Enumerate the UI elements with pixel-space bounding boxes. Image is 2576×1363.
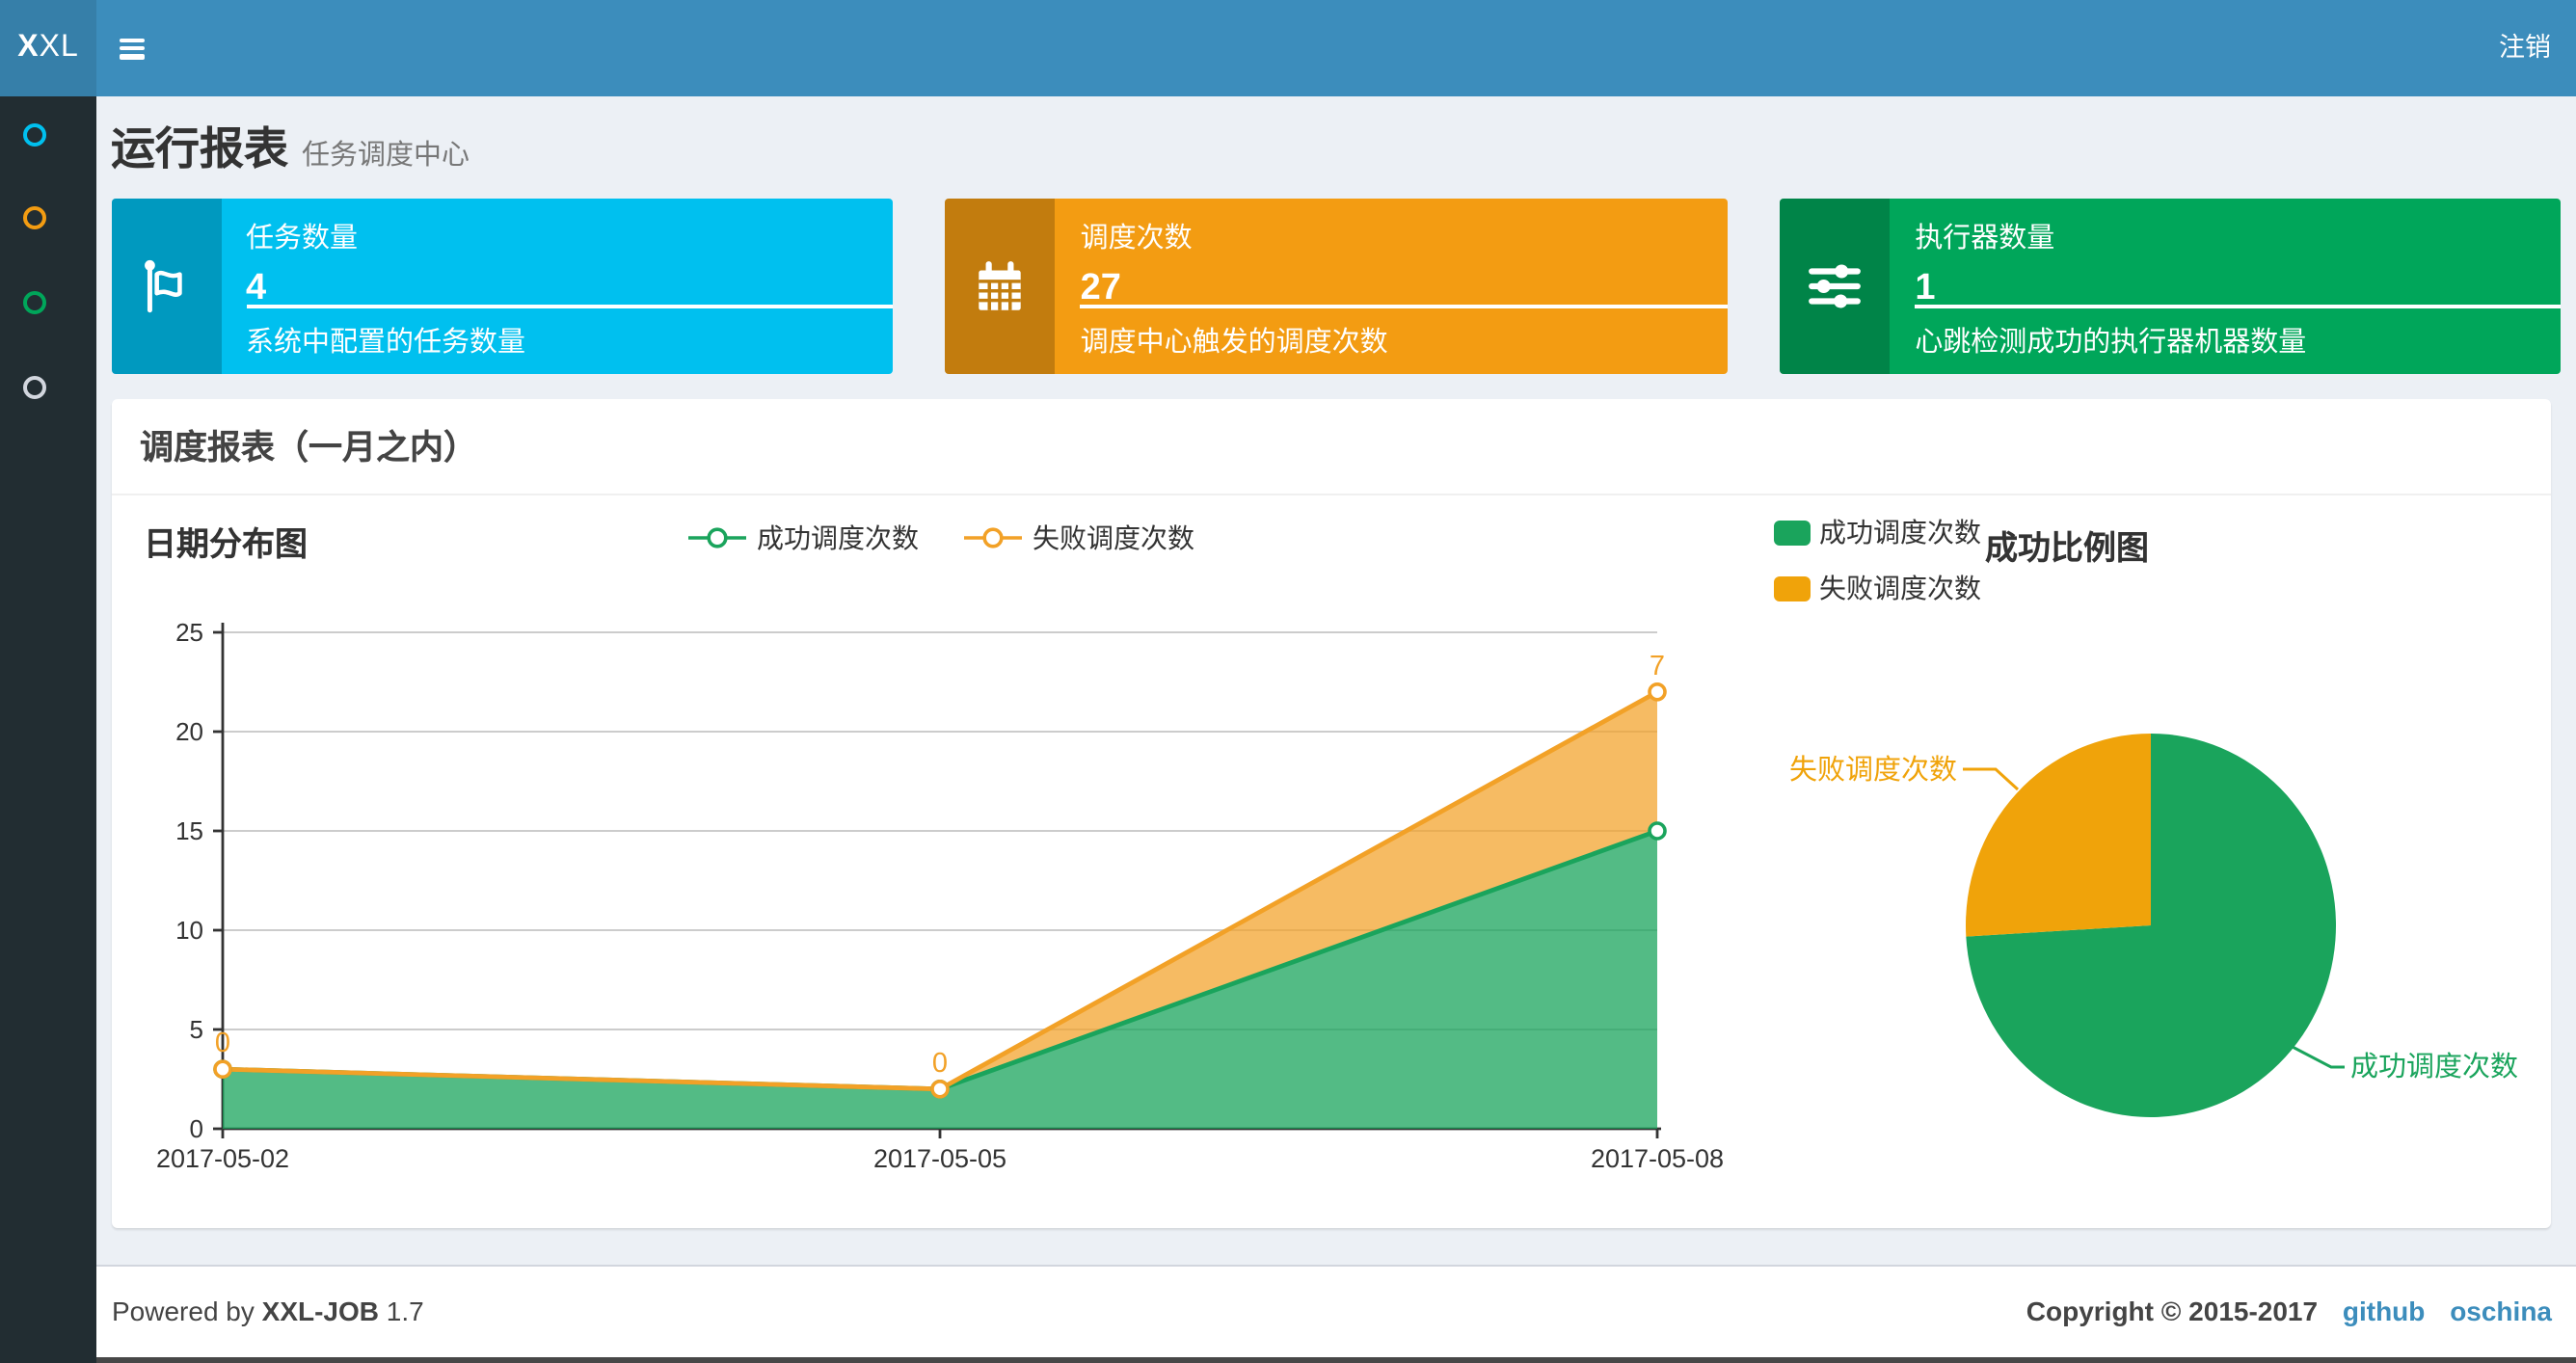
xxl-job-dashboard: X XL 注销 运行报表 任务调度中心 任务数量 4 系统中配置的任务数量 调度次数 27 调… bbox=[0, 0, 2576, 1363]
github-link[interactable]: github bbox=[2343, 1296, 2426, 1327]
page-subtitle: 任务调度中心 bbox=[302, 141, 470, 172]
info-box-0: 任务数量 4 系统中配置的任务数量 bbox=[111, 199, 893, 374]
success-callout-line bbox=[2287, 1043, 2344, 1069]
fail-point[interactable] bbox=[212, 1059, 231, 1080]
y-axis-tick-label: 0 bbox=[189, 1114, 202, 1143]
info-box-row: 任务数量 4 系统中配置的任务数量 调度次数 27 调度中心触发的调度次数 执行器数量 1 心跳… bbox=[96, 177, 2576, 374]
oschina-link[interactable]: oschina bbox=[2450, 1296, 2552, 1327]
info-box-description: 系统中配置的任务数量 bbox=[246, 328, 525, 359]
sidebar-menu-item-1-circle-icon[interactable] bbox=[22, 122, 46, 147]
pie-slice-失败调度次数[interactable] bbox=[1964, 734, 2150, 937]
sidebar-menu-item-2-circle-icon[interactable] bbox=[22, 205, 46, 229]
sidebar-toggle-button[interactable] bbox=[96, 0, 166, 96]
app-logo[interactable]: X XL bbox=[0, 0, 96, 96]
page-title: 运行报表 任务调度中心 bbox=[111, 123, 470, 174]
flag-icon bbox=[111, 199, 221, 374]
panel-title: 调度报表（一月之内） bbox=[111, 399, 2550, 495]
schedule-report-panel: 调度报表（一月之内） 日期分布图 成功调度次数 失败调度次数 0 5 10 15 20 25… bbox=[111, 399, 2550, 1228]
logo-bold-text: X bbox=[17, 31, 40, 64]
point-value-label: 7 bbox=[1649, 651, 1664, 682]
info-box-content: 调度次数 27 调度中心触发的调度次数 bbox=[1056, 199, 1728, 374]
calendar-icon bbox=[945, 199, 1056, 374]
fail-point[interactable] bbox=[929, 1079, 949, 1099]
info-box-divider bbox=[1915, 305, 2562, 309]
panel-body: 日期分布图 成功调度次数 失败调度次数 0 5 10 15 20 25 2017-05-02 2… bbox=[111, 495, 2550, 1228]
main-content: 运行报表 任务调度中心 任务数量 4 系统中配置的任务数量 调度次数 27 调度中心触发的调… bbox=[96, 96, 2576, 1263]
success-ratio-chart: 成功调度次数 失败调度次数 成功比例图 失败调度次数 成功调度次数 bbox=[1769, 495, 2550, 1228]
date-distribution-plot: 05101520252017-05-02 2017-05-05 2017-05-08… bbox=[155, 618, 1723, 1173]
info-box-content: 执行器数量 1 心跳检测成功的执行器机器数量 bbox=[1890, 199, 2562, 374]
info-box-label: 调度次数 bbox=[1080, 224, 1193, 254]
info-box-description: 心跳检测成功的执行器机器数量 bbox=[1915, 328, 2307, 359]
date-distribution-chart: 日期分布图 成功调度次数 失败调度次数 0 5 10 15 20 25 2017-05-02 2… bbox=[111, 495, 1769, 1228]
y-axis-tick-label: 20 bbox=[174, 717, 202, 746]
success-slice-label: 成功调度次数 bbox=[2349, 1051, 2517, 1082]
y-axis-tick-label: 15 bbox=[174, 816, 202, 845]
x-axis-tick-label: 2017-05-05 bbox=[872, 1144, 1006, 1173]
info-box-2: 执行器数量 1 心跳检测成功的执行器机器数量 bbox=[1780, 199, 2562, 374]
page-header: 运行报表 任务调度中心 bbox=[96, 96, 2576, 177]
info-box-1: 调度次数 27 调度中心触发的调度次数 bbox=[945, 199, 1728, 374]
fail-callout-line bbox=[1962, 767, 2019, 791]
info-box-divider bbox=[1080, 305, 1728, 309]
footer-powered-by: Powered by XXL-JOB 1.7 bbox=[112, 1296, 424, 1327]
y-axis-tick-label: 10 bbox=[174, 916, 202, 945]
fail-slice-label: 失败调度次数 bbox=[1788, 754, 1956, 786]
y-axis-tick-label: 25 bbox=[174, 618, 202, 647]
sidebar-menu-item-3-circle-icon[interactable] bbox=[22, 290, 46, 314]
point-value-label: 0 bbox=[931, 1048, 947, 1079]
top-navbar: X XL 注销 bbox=[0, 0, 2576, 96]
info-box-description: 调度中心触发的调度次数 bbox=[1080, 328, 1388, 359]
info-box-label: 执行器数量 bbox=[1915, 224, 2055, 254]
info-box-divider bbox=[246, 305, 893, 309]
page-footer: Powered by XXL-JOB 1.7 Copyright © 2015-… bbox=[96, 1264, 2576, 1357]
sidebar-menu-item-4-circle-icon[interactable] bbox=[22, 375, 46, 399]
point-value-label: 0 bbox=[214, 1028, 229, 1058]
sliders-icon bbox=[1780, 199, 1891, 374]
window-bottom-edge bbox=[0, 1357, 2576, 1363]
fail-point[interactable] bbox=[1647, 682, 1666, 702]
x-axis-tick-label: 2017-05-02 bbox=[155, 1144, 288, 1173]
sidebar bbox=[0, 96, 96, 1363]
x-axis-tick-label: 2017-05-08 bbox=[1590, 1144, 1723, 1173]
success-ratio-plot: 失败调度次数成功调度次数 bbox=[1788, 734, 2517, 1117]
y-axis-tick-label: 5 bbox=[189, 1015, 202, 1044]
logo-rest-text: XL bbox=[39, 31, 79, 64]
info-box-content: 任务数量 4 系统中配置的任务数量 bbox=[221, 199, 893, 374]
success-point[interactable] bbox=[1647, 821, 1666, 841]
info-box-label: 任务数量 bbox=[246, 224, 358, 254]
hamburger-icon bbox=[119, 38, 144, 59]
logout-link[interactable]: 注销 bbox=[2474, 0, 2576, 96]
footer-copyright: Copyright © 2015-2017 github oschina bbox=[2026, 1296, 2552, 1327]
